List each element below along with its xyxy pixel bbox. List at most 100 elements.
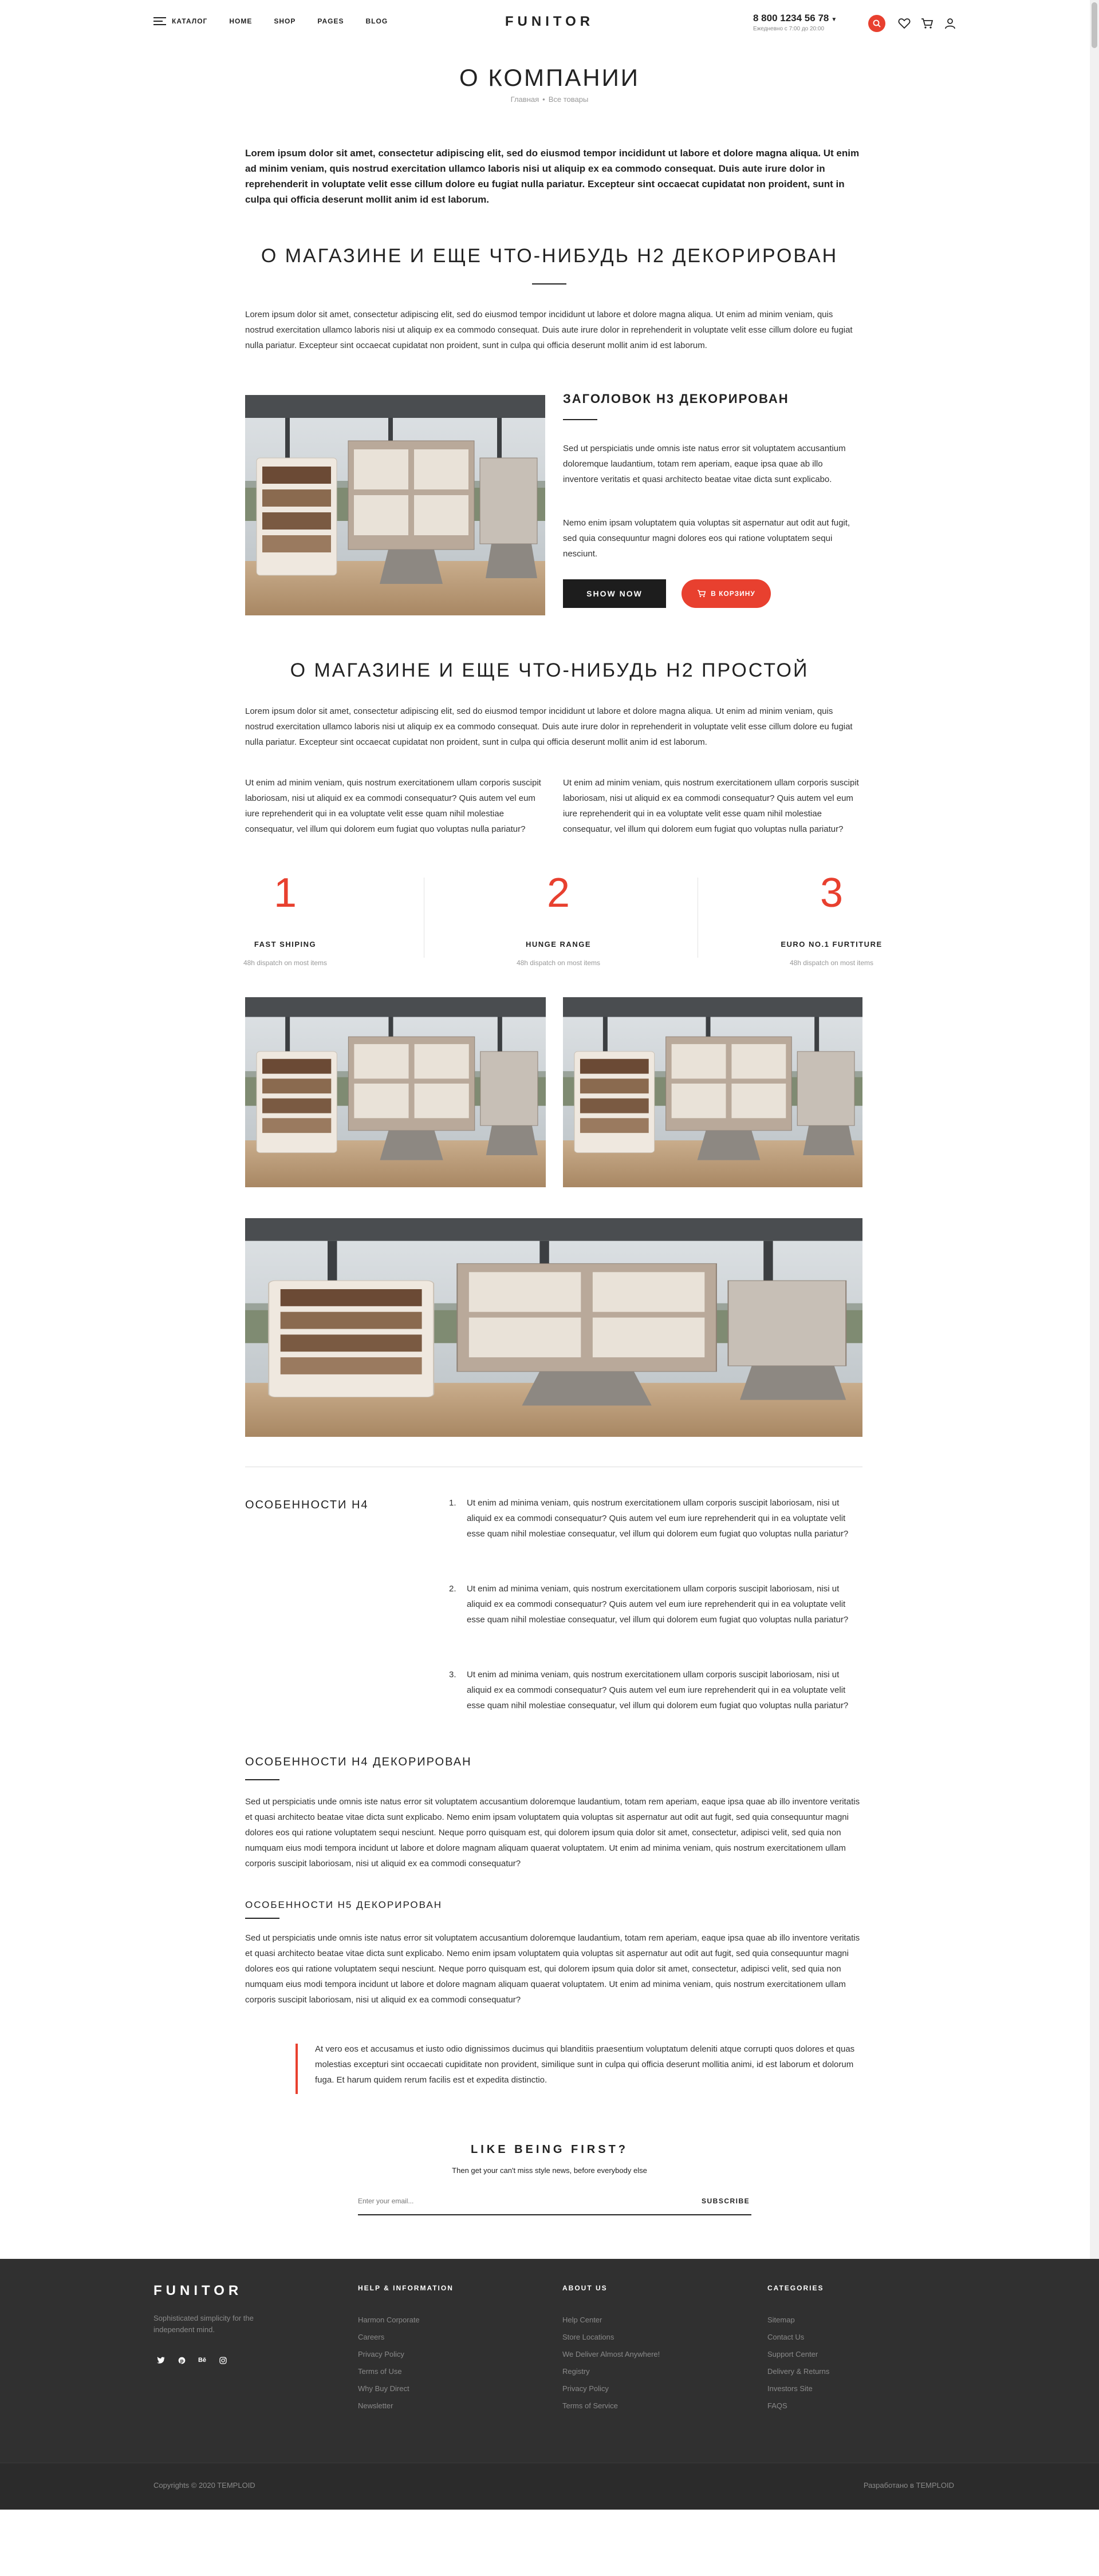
footer-link[interactable]: Support Center bbox=[767, 2346, 829, 2363]
feature-subtitle: 48h dispatch on most items bbox=[243, 959, 328, 967]
section-text: Lorem ipsum dolor sit amet, consectetur … bbox=[245, 310, 853, 350]
h3-paragraph-1: Sed ut perspiciatis unde omnis iste natu… bbox=[563, 444, 846, 484]
feature-subtitle: 48h dispatch on most items bbox=[789, 959, 874, 967]
cart-icon bbox=[698, 590, 706, 598]
footer-link[interactable]: Terms of Use bbox=[358, 2363, 454, 2380]
footer-column-title: CATEGORIES bbox=[767, 2284, 824, 2292]
search-icon bbox=[873, 19, 881, 27]
h3-paragraph-2: Nemo enim ipsam voluptatem quia voluptas… bbox=[563, 518, 850, 559]
menu-icon[interactable] bbox=[153, 17, 166, 25]
lead-paragraph: Lorem ipsum dolor sit amet, consectetur … bbox=[245, 148, 860, 205]
main-nav: Каталог Home Shop Pages Blog bbox=[153, 17, 409, 25]
footer-column-title: ABOUT US bbox=[562, 2284, 608, 2292]
footer-link[interactable]: Help Center bbox=[562, 2312, 660, 2329]
copyright: Copyrights © 2020 TEMPLOID bbox=[153, 2481, 255, 2490]
footer-link[interactable]: Why Buy Direct bbox=[358, 2380, 454, 2397]
working-hours: Ежедневно с 7:00 до 20:00 bbox=[753, 26, 825, 32]
breadcrumb-home[interactable]: Главная bbox=[511, 95, 539, 104]
nav-catalog[interactable]: Каталог bbox=[172, 17, 207, 25]
page-scrollbar[interactable] bbox=[1090, 0, 1099, 2576]
developer-credit[interactable]: Разработано в TEMPLOID bbox=[864, 2481, 954, 2490]
section-title-decorated: О МАГАЗИНЕ И ЕЩЕ ЧТО-НИБУДЬ H2 ДЕКОРИРОВ… bbox=[261, 245, 838, 267]
h5-decorated-text: Sed ut perspiciatis unde omnis iste natu… bbox=[245, 1933, 860, 2005]
store-image bbox=[245, 1218, 862, 1437]
footer-links: Sitemap Contact Us Support Center Delive… bbox=[767, 2312, 829, 2415]
account-button[interactable] bbox=[943, 16, 958, 31]
column-left-text: Ut enim ad minim veniam, quis nostrum ex… bbox=[245, 778, 541, 834]
behance-icon[interactable]: Bē bbox=[196, 2354, 208, 2366]
subscribe-button[interactable]: SUBSCRIBE bbox=[702, 2197, 750, 2205]
nav-blog[interactable]: Blog bbox=[365, 17, 388, 25]
list-number: 1. bbox=[449, 1498, 456, 1508]
breadcrumb-current: Все товары bbox=[548, 95, 589, 104]
footer-tagline: Sophisticated simplicity for the indepen… bbox=[153, 2314, 254, 2334]
gallery-photo bbox=[563, 997, 862, 1187]
header-icons bbox=[868, 15, 966, 32]
footer-logo[interactable]: FUNITOR bbox=[153, 2283, 242, 2299]
list-number: 2. bbox=[449, 1584, 456, 1594]
nav-home[interactable]: Home bbox=[229, 17, 252, 25]
store-image bbox=[245, 395, 545, 615]
user-icon bbox=[945, 18, 955, 29]
store-image bbox=[563, 997, 862, 1187]
pinterest-icon[interactable]: p bbox=[175, 2354, 188, 2366]
store-photo bbox=[245, 395, 545, 615]
footer-link[interactable]: Contact Us bbox=[767, 2329, 829, 2346]
breadcrumb-separator: • bbox=[542, 95, 545, 104]
footer-link[interactable]: Terms of Service bbox=[562, 2397, 660, 2415]
h4-decorated-text: Sed ut perspiciatis unde omnis iste natu… bbox=[245, 1797, 860, 1868]
wishlist-button[interactable] bbox=[897, 16, 912, 31]
feature-title: EURO NO.1 FURTITURE bbox=[781, 940, 883, 949]
feature-title: HUNGE RANGE bbox=[525, 940, 591, 949]
h3-title: ЗАГОЛОВОК H3 ДЕКОРИРОВАН bbox=[563, 392, 789, 406]
title-divider bbox=[563, 419, 597, 420]
column-right-text: Ut enim ad minim veniam, quis nostrum ex… bbox=[563, 778, 859, 834]
nav-shop[interactable]: Shop bbox=[274, 17, 296, 25]
footer-column-title: HELP & INFORMATION bbox=[358, 2284, 454, 2292]
search-button[interactable] bbox=[868, 15, 885, 32]
footer-link[interactable]: FAQS bbox=[767, 2397, 829, 2415]
quote-accent-bar bbox=[296, 2044, 298, 2094]
footer-link[interactable]: Privacy Policy bbox=[358, 2346, 454, 2363]
footer-column-categories: CATEGORIES Sitemap Contact Us Support Ce… bbox=[767, 2284, 829, 2415]
footer-link[interactable]: Investors Site bbox=[767, 2380, 829, 2397]
site-header: Каталог Home Shop Pages Blog FUNITOR 8 8… bbox=[0, 0, 1099, 46]
email-field[interactable] bbox=[358, 2197, 682, 2205]
footer-link[interactable]: Privacy Policy bbox=[562, 2380, 660, 2397]
wide-photo bbox=[245, 1218, 862, 1437]
h4-decorated-title: ОСОБЕННОСТИ H4 ДЕКОРИРОВАН bbox=[245, 1756, 472, 1768]
section-title-simple: О МАГАЗИНЕ И ЕЩЕ ЧТО-НИБУДЬ H2 ПРОСТОЙ bbox=[290, 659, 809, 681]
footer-link[interactable]: Delivery & Returns bbox=[767, 2363, 829, 2380]
footer-link[interactable]: We Deliver Almost Anywhere! bbox=[562, 2346, 660, 2363]
instagram-icon[interactable] bbox=[216, 2354, 229, 2366]
title-divider bbox=[245, 1918, 279, 1919]
title-divider bbox=[245, 1779, 279, 1780]
show-now-button[interactable]: SHOW NOW bbox=[563, 579, 666, 608]
feature-item: 3 EURO NO.1 FURTITURE 48h dispatch on mo… bbox=[728, 870, 935, 967]
nav-pages[interactable]: Pages bbox=[317, 17, 344, 25]
cart-button[interactable] bbox=[920, 16, 935, 31]
footer-link[interactable]: Newsletter bbox=[358, 2397, 454, 2415]
footer-link[interactable]: Harmon Corporate bbox=[358, 2312, 454, 2329]
page-end bbox=[0, 2510, 1099, 2576]
svg-text:p: p bbox=[180, 2357, 183, 2363]
phone-number[interactable]: 8 800 1234 56 78 ▼ bbox=[753, 13, 837, 24]
list-number: 3. bbox=[449, 1670, 456, 1680]
list-text: Ut enim ad minima veniam, quis nostrum e… bbox=[467, 1498, 849, 1539]
scrollbar-thumb[interactable] bbox=[1092, 2, 1097, 48]
section-text: Lorem ipsum dolor sit amet, consectetur … bbox=[245, 706, 853, 747]
gallery-photo bbox=[245, 997, 546, 1187]
list-text: Ut enim ad minima veniam, quis nostrum e… bbox=[467, 1584, 849, 1625]
footer-link[interactable]: Store Locations bbox=[562, 2329, 660, 2346]
subscribe-underline bbox=[358, 2214, 751, 2215]
footer-link[interactable]: Registry bbox=[562, 2363, 660, 2380]
add-to-cart-button[interactable]: В КОРЗИНУ bbox=[682, 579, 771, 608]
footer-link[interactable]: Careers bbox=[358, 2329, 454, 2346]
site-logo[interactable]: FUNITOR bbox=[505, 14, 594, 29]
feature-title: FAST SHIPING bbox=[254, 940, 317, 949]
twitter-icon[interactable] bbox=[155, 2354, 167, 2366]
footer-link[interactable]: Sitemap bbox=[767, 2312, 829, 2329]
blockquote: At vero eos et accusamus et iusto odio d… bbox=[315, 2044, 855, 2085]
subscribe-description: Then get your can't miss style news, bef… bbox=[452, 2166, 647, 2175]
footer-column-help: HELP & INFORMATION Harmon Corporate Care… bbox=[358, 2284, 454, 2415]
